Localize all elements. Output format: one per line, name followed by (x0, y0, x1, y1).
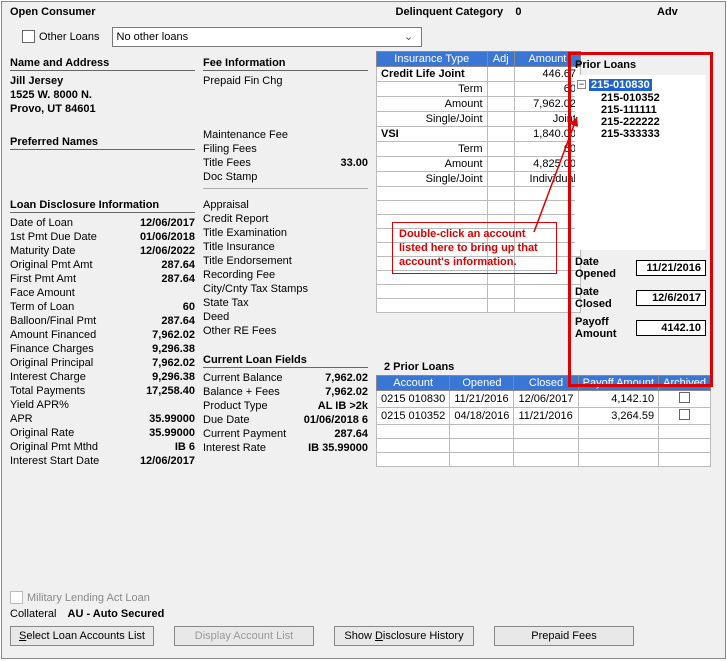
preferred-names-title: Preferred Names (10, 136, 195, 150)
loan-disclosure-row: Original Principal7,962.02 (10, 356, 195, 370)
fee-row: Title Fees33.00 (203, 156, 368, 170)
fee-row: Credit Report (203, 212, 368, 226)
loan-disclosure-row: First Pmt Amt287.64 (10, 272, 195, 286)
address-line1: 1525 W. 8000 N. (10, 88, 195, 102)
other-loans-label: Other Loans (39, 31, 100, 43)
instruction-callout: Double-click an account listed here to b… (392, 222, 557, 274)
chevron-down-icon: ⌄ (401, 30, 417, 43)
adv-label: Adv (657, 6, 717, 18)
loan-disclosure-row: Face Amount (10, 286, 195, 300)
loan-disclosure-row: Finance Charges9,296.38 (10, 342, 195, 356)
tree-child[interactable]: 215-333333 (577, 128, 704, 140)
fee-row: Appraisal (203, 198, 368, 212)
loan-disclosure-row: Interest Charge9,296.38 (10, 370, 195, 384)
tree-child[interactable]: 215-222222 (577, 116, 704, 128)
prior-grid-row[interactable]: 0215 01083011/21/201612/06/20174,142.10 (377, 391, 711, 408)
insurance-row: Term60 (377, 82, 581, 97)
fee-row: Maintenance Fee (203, 128, 368, 142)
military-lending-label: Military Lending Act Loan (27, 592, 150, 604)
military-lending-checkbox (10, 591, 23, 604)
fee-row: Doc Stamp (203, 170, 368, 184)
date-closed-label: Date Closed (575, 286, 636, 310)
insurance-row: Amount7,962.02 (377, 97, 581, 112)
window-title: Open Consumer (10, 6, 260, 18)
insurance-header[interactable]: Adj (487, 52, 514, 67)
date-opened-value: 11/21/2016 (636, 260, 706, 276)
loan-disclosure-row: Balloon/Final Pmt287.64 (10, 314, 195, 328)
insurance-row: Single/JointJoint (377, 112, 581, 127)
insurance-row: VSI1,840.00 (377, 127, 581, 142)
tree-root-selected[interactable]: 215-010830 (589, 79, 652, 91)
select-loan-accounts-button[interactable]: Select Loan Accounts List (10, 626, 154, 646)
fee-row: Other RE Fees (203, 324, 368, 338)
loan-disclosure-row: APR35.99000 (10, 412, 195, 426)
loan-disclosure-row: Original Rate35.99000 (10, 426, 195, 440)
fee-row: Balance + Fees7,962.02 (203, 385, 368, 399)
date-closed-value: 12/6/2017 (636, 290, 706, 306)
other-loans-dropdown[interactable]: No other loans ⌄ (112, 27, 422, 47)
loan-disclosure-row: Original Pmt Amt287.64 (10, 258, 195, 272)
prepaid-fees-button[interactable]: Prepaid Fees (494, 626, 634, 646)
loan-disclosure-row: Maturity Date12/06/2022 (10, 244, 195, 258)
collateral-label: Collateral (10, 608, 56, 620)
tree-collapse-icon[interactable]: − (577, 80, 586, 89)
loan-disclosure-row: Date of Loan12/06/2017 (10, 216, 195, 230)
loan-disclosure-row: Interest Start Date12/06/2017 (10, 454, 195, 468)
name-address-title: Name and Address (10, 57, 195, 71)
display-account-list-button: Display Account List (174, 626, 314, 646)
fee-row: Product TypeAL IB >2k (203, 399, 368, 413)
address-line2: Provo, UT 84601 (10, 102, 195, 116)
fee-row: Title Insurance (203, 240, 368, 254)
fee-row: Title Endorsement (203, 254, 368, 268)
prior-loans-grid[interactable]: AccountOpenedClosedPayoff AmountArchived… (376, 375, 711, 467)
fee-row: Due Date01/06/2018 6 (203, 413, 368, 427)
fee-row: Current Balance7,962.02 (203, 371, 368, 385)
payoff-amount-value: 4142.10 (636, 320, 706, 336)
show-disclosure-history-button[interactable]: Show Disclosure History (334, 626, 474, 646)
archived-checkbox[interactable] (679, 409, 690, 420)
insurance-row: Single/JointIndividual (377, 172, 581, 187)
fee-row: Current Payment287.64 (203, 427, 368, 441)
tree-child[interactable]: 215-010352 (577, 92, 704, 104)
insurance-row: Credit Life Joint446.67 (377, 67, 581, 82)
tree-child[interactable]: 215-111111 (577, 104, 704, 116)
fee-info-title: Fee Information (203, 57, 368, 71)
insurance-header[interactable]: Insurance Type (377, 52, 488, 67)
prior-grid-row[interactable]: 0215 01035204/18/201611/21/20163,264.59 (377, 408, 711, 425)
fee-row: Title Examination (203, 226, 368, 240)
prior-grid-header[interactable]: Opened (450, 376, 514, 391)
fee-row: Recording Fee (203, 268, 368, 282)
prior-loans-panel: Prior Loans − 215-010830 215-010352215-1… (568, 52, 713, 387)
loan-disclosure-row: Yield APR% (10, 398, 195, 412)
customer-name: Jill Jersey (10, 74, 195, 88)
archived-checkbox[interactable] (679, 392, 690, 403)
date-opened-label: Date Opened (575, 256, 636, 280)
loan-disclosure-title: Loan Disclosure Information (10, 199, 195, 213)
collateral-value: AU - Auto Secured (68, 608, 165, 620)
loan-disclosure-row: 1st Pmt Due Date01/06/2018 (10, 230, 195, 244)
fee-row: City/Cnty Tax Stamps (203, 282, 368, 296)
delinquent-category: Delinquent Category 0 (260, 6, 657, 18)
fee-row: State Tax (203, 296, 368, 310)
payoff-amount-label: Payoff Amount (575, 316, 636, 340)
insurance-row: Amount4,825.00 (377, 157, 581, 172)
fee-row: Prepaid Fin Chg (203, 74, 368, 88)
other-loans-checkbox[interactable] (22, 30, 35, 43)
fee-row: Deed (203, 310, 368, 324)
prior-grid-header[interactable]: Account (377, 376, 450, 391)
prior-loans-title: Prior Loans (575, 59, 706, 71)
loan-disclosure-row: Total Payments17,258.40 (10, 384, 195, 398)
loan-disclosure-row: Original Pmt MthdIB 6 (10, 440, 195, 454)
prior-loans-tree[interactable]: − 215-010830 215-010352215-111111215-222… (575, 75, 706, 250)
loan-disclosure-row: Term of Loan60 (10, 300, 195, 314)
current-loan-title: Current Loan Fields (203, 354, 368, 368)
loan-disclosure-row: Amount Financed7,962.02 (10, 328, 195, 342)
fee-row: Filing Fees (203, 142, 368, 156)
fee-row: Interest RateIB 35.99000 (203, 441, 368, 455)
insurance-row: Term60 (377, 142, 581, 157)
